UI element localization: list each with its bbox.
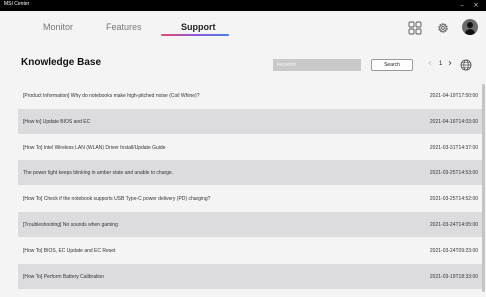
list-item[interactable]: [How To] Intel Wireless LAN (WLAN) Drive… xyxy=(18,135,484,160)
search-button[interactable]: Search xyxy=(371,59,413,71)
article-title: [How To] Check if the notebook supports … xyxy=(23,195,211,202)
page-title: Knowledge Base xyxy=(21,57,102,68)
article-title: [Product Information] Why do notebooks m… xyxy=(23,92,200,99)
top-nav: Monitor Features Support xyxy=(0,11,486,46)
prev-page-button[interactable]: ‹ xyxy=(428,58,432,69)
article-date: 2021-03-19T18:33:00 xyxy=(429,273,478,280)
list-item[interactable]: [How to] Update BIOS and EC 2021-04-16T1… xyxy=(18,109,484,134)
article-date: 2021-04-16T14:03:00 xyxy=(429,118,478,125)
list-item[interactable]: [How To] Perform Battery Calibration 202… xyxy=(18,264,484,289)
app-title: MSI Center xyxy=(4,1,30,7)
article-title: [How To] Perform Battery Calibration xyxy=(23,273,105,280)
gear-icon[interactable] xyxy=(436,21,450,35)
article-title: [How To] Intel Wireless LAN (WLAN) Drive… xyxy=(23,144,166,151)
article-date: 2021-03-24T14:05:00 xyxy=(429,221,478,228)
active-tab-indicator xyxy=(161,34,229,36)
article-date: 2021-03-25T14:53:00 xyxy=(429,169,478,176)
article-date: 2021-03-24T09:23:00 xyxy=(429,247,478,254)
close-button[interactable]: × xyxy=(470,0,482,11)
list-item[interactable]: [How To] BIOS, EC Update and EC Reset 20… xyxy=(18,238,484,263)
article-title: [How to] Update BIOS and EC xyxy=(23,118,91,125)
title-bar: MSI Center – × xyxy=(0,0,486,11)
tab-support[interactable]: Support xyxy=(181,22,216,32)
tab-features[interactable]: Features xyxy=(106,22,142,32)
grid-icon[interactable] xyxy=(408,21,422,35)
list-item[interactable]: [How To] Check if the notebook supports … xyxy=(18,186,484,211)
article-title: The power light keeps blinking in amber … xyxy=(23,169,174,176)
list-item[interactable]: [Product Information] Why do notebooks m… xyxy=(18,83,484,108)
article-title: [Troubleshooting] No sounds when gaming xyxy=(23,221,118,228)
article-date: 2021-04-19T17:50:00 xyxy=(429,92,478,99)
globe-icon[interactable] xyxy=(460,59,472,71)
tab-monitor[interactable]: Monitor xyxy=(43,22,73,32)
scrollbar[interactable] xyxy=(482,84,485,292)
article-title: [How To] BIOS, EC Update and EC Reset xyxy=(23,247,116,254)
avatar[interactable] xyxy=(462,19,478,35)
list-item[interactable]: [Troubleshooting] No sounds when gaming … xyxy=(18,212,484,237)
article-date: 2021-03-25T14:52:00 xyxy=(429,195,478,202)
next-page-button[interactable]: › xyxy=(448,58,452,69)
article-date: 2021-03-31T14:37:00 xyxy=(429,144,478,151)
minimize-button[interactable]: – xyxy=(456,0,468,11)
page-number: 1 xyxy=(439,61,443,67)
list-item[interactable]: The power light keeps blinking in amber … xyxy=(18,160,484,185)
search-input[interactable] xyxy=(273,59,361,71)
